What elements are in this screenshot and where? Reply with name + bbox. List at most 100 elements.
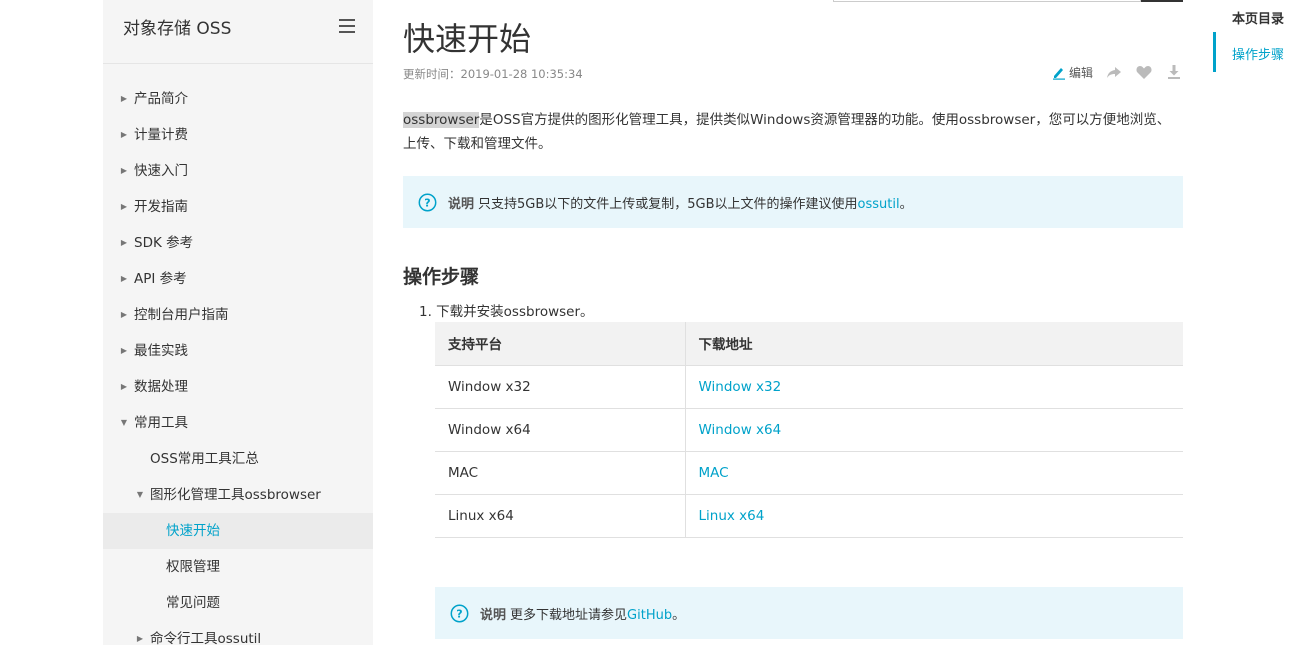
sidebar-item[interactable]: ▶ 开发指南: [103, 189, 373, 225]
sidebar-item-label: 最佳实践: [134, 343, 188, 359]
sidebar-item[interactable]: ▶ API 参考: [103, 261, 373, 297]
sidebar-item-label: 计量计费: [134, 127, 188, 143]
sidebar-item-label: 常见问题: [166, 595, 220, 611]
platform-cell: Window x64: [435, 408, 686, 452]
download-cell: Window x32: [685, 365, 1183, 409]
note-text: 更多下载地址请参见: [510, 608, 628, 623]
caret-right-icon: ▶: [120, 346, 128, 355]
ossutil-link[interactable]: ossutil: [858, 197, 900, 212]
sidebar-item[interactable]: 快速开始: [103, 513, 373, 549]
question-icon: ?: [450, 604, 469, 623]
note-suffix: 。: [899, 197, 913, 212]
heart-icon[interactable]: [1135, 63, 1153, 81]
sidebar-title: 对象存储 OSS: [123, 19, 232, 39]
svg-text:?: ?: [456, 608, 462, 621]
svg-text:?: ?: [424, 197, 430, 210]
step-item: 1. 下载并安装ossbrowser。: [419, 304, 594, 320]
sidebar-item-label: 命令行工具ossutil: [150, 631, 262, 645]
sidebar-item-label: API 参考: [134, 271, 187, 287]
caret-right-icon: ▶: [120, 166, 128, 175]
sidebar-item[interactable]: 常见问题: [103, 585, 373, 621]
table-row: Window x32 Window x32: [435, 365, 1183, 409]
sidebar-item-label: 常用工具: [134, 415, 188, 431]
pencil-icon: [1052, 68, 1065, 80]
sidebar-item[interactable]: ▶ 计量计费: [103, 117, 373, 153]
menu-icon[interactable]: [339, 19, 355, 33]
sidebar-item[interactable]: ▶ 数据处理: [103, 369, 373, 405]
sidebar-item-label: 快速开始: [166, 523, 220, 539]
sidebar-item-label: OSS常用工具汇总: [150, 451, 259, 467]
page-title: 快速开始: [403, 20, 532, 58]
sidebar-item[interactable]: ▶ 最佳实践: [103, 333, 373, 369]
sidebar-item[interactable]: ▶ 快速入门: [103, 153, 373, 189]
sidebar-item[interactable]: ▶ 控制台用户指南: [103, 297, 373, 333]
doc-toolbar: 编辑: [1051, 62, 1183, 82]
platform-cell: MAC: [435, 451, 686, 495]
edit-label: 编辑: [1068, 65, 1093, 80]
caret-right-icon: ▶: [136, 634, 144, 643]
sidebar-header: 对象存储 OSS: [103, 0, 373, 64]
note-box: ? 说明 更多下载地址请参见GitHub。: [435, 587, 1183, 639]
sidebar-item-label: 权限管理: [166, 559, 220, 575]
caret-right-icon: ▶: [120, 382, 128, 391]
sidebar-item-label: 快速入门: [134, 163, 188, 179]
caret-right-icon: ▶: [120, 94, 128, 103]
table-row: MAC MAC: [435, 451, 1183, 495]
intro-paragraph: ossbrowser是OSS官方提供的图形化管理工具，提供类似Windows资源…: [403, 108, 1183, 156]
main-content: 快速开始 更新时间：2019-01-28 10:35:34 编辑 ossbrow…: [403, 0, 1183, 645]
share-icon[interactable]: [1105, 63, 1123, 81]
search-button[interactable]: [1141, 0, 1183, 2]
download-link[interactable]: Window x32: [699, 379, 782, 395]
sidebar-item[interactable]: ▶ 命令行工具ossutil: [103, 621, 373, 645]
caret-down-icon: ▼: [136, 490, 144, 499]
caret-down-icon: ▼: [120, 418, 128, 427]
intro-text: 是OSS官方提供的图形化管理工具，提供类似Windows资源管理器的功能。使用o…: [403, 112, 1171, 152]
sidebar: 对象存储 OSS ▶ 产品简介 ▶ 计量计费 ▶ 快速入门 ▶ 开发指南 ▶ SDK 参考 ▶ API…: [103, 0, 373, 645]
table-row: Linux x64 Linux x64: [435, 494, 1183, 538]
page-toc: 本页目录 操作步骤: [1213, 0, 1291, 72]
sidebar-item[interactable]: 权限管理: [103, 549, 373, 585]
download-table: 支持平台 下载地址 Window x32 Window x32 Window x64…: [435, 322, 1183, 538]
update-time: 更新时间：2019-01-28 10:35:34: [403, 67, 583, 81]
note-box: ? 说明 只支持5GB以下的文件上传或复制，5GB以上文件的操作建议使用ossut…: [403, 176, 1183, 228]
table-header-platform: 支持平台: [435, 322, 686, 366]
search-input[interactable]: [833, 0, 1141, 2]
toc-active-indicator: [1213, 32, 1216, 72]
table-header-row: 支持平台 下载地址: [435, 322, 1183, 366]
caret-right-icon: ▶: [120, 310, 128, 319]
sidebar-item-label: SDK 参考: [134, 235, 194, 251]
sidebar-nav: ▶ 产品简介 ▶ 计量计费 ▶ 快速入门 ▶ 开发指南 ▶ SDK 参考 ▶ API 参考 ▶ 控制台用户…: [103, 81, 373, 645]
download-link[interactable]: Window x64: [699, 422, 782, 438]
download-cell: Window x64: [685, 408, 1183, 452]
platform-cell: Window x32: [435, 365, 686, 409]
step-text: 下载并安装ossbrowser。: [436, 304, 594, 320]
table-header-download: 下载地址: [685, 322, 1183, 366]
toc-item-steps[interactable]: 操作步骤: [1232, 44, 1284, 63]
caret-right-icon: ▶: [120, 238, 128, 247]
sidebar-item-label: 开发指南: [134, 199, 188, 215]
table-row: Window x64 Window x64: [435, 408, 1183, 452]
platform-cell: Linux x64: [435, 494, 686, 538]
download-link[interactable]: Linux x64: [699, 508, 765, 524]
intro-highlight: ossbrowser: [403, 112, 480, 128]
note-label: 说明: [448, 197, 475, 212]
sidebar-item-label: 产品简介: [134, 91, 188, 107]
sidebar-item[interactable]: ▶ SDK 参考: [103, 225, 373, 261]
sidebar-item[interactable]: ▼ 常用工具: [103, 405, 373, 441]
note-label: 说明: [480, 608, 507, 623]
caret-right-icon: ▶: [120, 274, 128, 283]
github-link[interactable]: GitHub: [627, 608, 672, 623]
note-text: 只支持5GB以下的文件上传或复制，5GB以上文件的操作建议使用: [478, 197, 858, 212]
caret-right-icon: ▶: [120, 202, 128, 211]
download-link[interactable]: MAC: [699, 465, 729, 481]
note-suffix: 。: [672, 608, 686, 623]
edit-button[interactable]: 编辑: [1051, 64, 1093, 81]
section-title: 操作步骤: [403, 266, 480, 288]
sidebar-item[interactable]: OSS常用工具汇总: [103, 441, 373, 477]
caret-right-icon: ▶: [120, 130, 128, 139]
download-icon[interactable]: [1165, 63, 1183, 81]
toc-title: 本页目录: [1232, 12, 1285, 27]
sidebar-item[interactable]: ▶ 产品简介: [103, 81, 373, 117]
question-icon: ?: [418, 193, 437, 212]
sidebar-item[interactable]: ▼ 图形化管理工具ossbrowser: [103, 477, 373, 513]
